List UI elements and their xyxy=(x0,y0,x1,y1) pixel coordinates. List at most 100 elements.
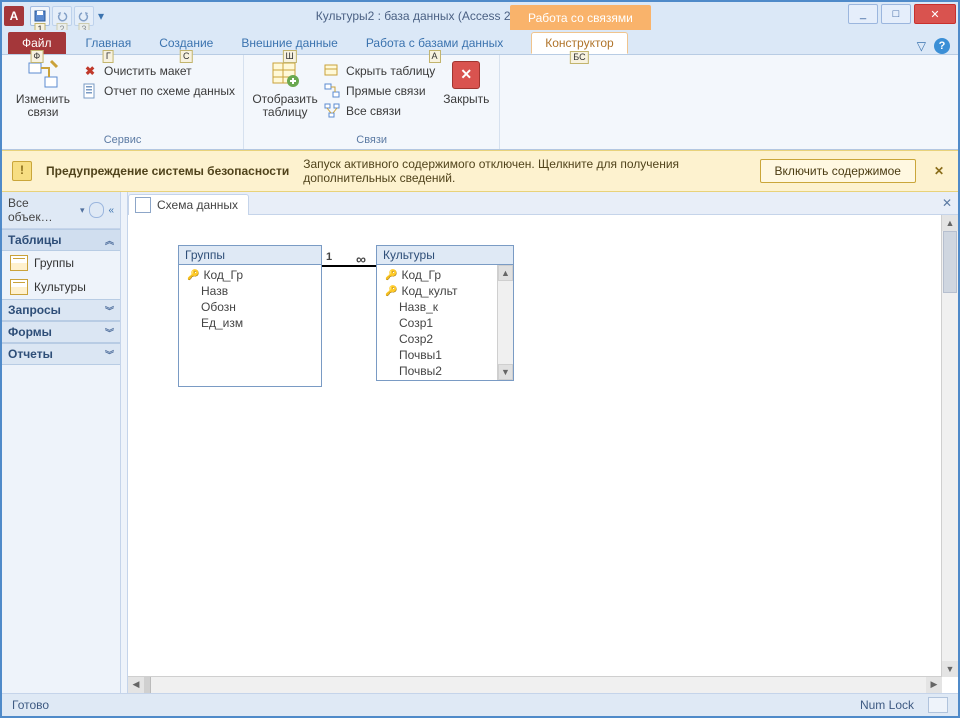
keytip: С xyxy=(180,50,193,63)
relationship-report-button[interactable]: Отчет по схеме данных xyxy=(82,83,235,99)
maximize-button[interactable]: □ xyxy=(881,4,911,24)
ribbon-group-label: Сервис xyxy=(2,132,243,149)
field-name: Почвы2 xyxy=(399,364,442,378)
scroll-up-button[interactable]: ▲ xyxy=(942,215,958,231)
clear-layout-button[interactable]: ✖ Очистить макет xyxy=(82,63,235,79)
scroll-split-handle[interactable] xyxy=(144,677,151,693)
status-text: Готово xyxy=(12,698,49,712)
status-bar: Готово Num Lock xyxy=(2,693,958,716)
nav-item-label: Культуры xyxy=(34,280,86,294)
entity-fields: 🔑Код_Гр 🔑Код_культ Назв_к Созр1 Созр2 По… xyxy=(377,265,513,381)
scroll-down-button[interactable]: ▼ xyxy=(942,661,958,677)
navgroup-forms[interactable]: Формы ︾ xyxy=(2,321,120,343)
main-area: Все объек… ▾ « Таблицы ︽ Группы Культуры… xyxy=(2,192,958,693)
field-row[interactable]: Созр1 xyxy=(377,315,497,331)
keytip: Ф xyxy=(30,50,43,63)
numlock-indicator: Num Lock xyxy=(860,698,914,712)
field-row[interactable]: 🔑Код_Гр xyxy=(179,267,321,283)
button-label: Очистить макет xyxy=(104,64,192,78)
document-tab-title: Схема данных xyxy=(157,198,238,212)
canvas-vertical-scrollbar[interactable]: ▲ ▼ xyxy=(941,215,958,677)
all-relations-icon xyxy=(324,103,340,119)
all-relations-button[interactable]: Все связи xyxy=(324,103,435,119)
chevron-up-icon: ︽ xyxy=(105,234,114,247)
tab-external-data[interactable]: Внешние данные Ш xyxy=(227,32,352,54)
qat-save-button[interactable]: 1 xyxy=(30,6,50,26)
key-icon: 🔑 xyxy=(385,270,397,281)
document-area: Схема данных ✕ 1 ∞ Группы 🔑Код_Гр Назв О… xyxy=(128,192,958,693)
navgroup-reports[interactable]: Отчеты ︾ xyxy=(2,343,120,365)
minimize-button[interactable]: _ xyxy=(848,4,878,24)
ribbon-collapse-button[interactable]: ▽ xyxy=(917,39,926,53)
security-warning-bar: ! Предупреждение системы безопасности За… xyxy=(2,150,958,192)
direct-relations-button[interactable]: Прямые связи xyxy=(324,83,435,99)
view-mode-button[interactable] xyxy=(928,697,948,713)
help-button[interactable]: ? xyxy=(934,38,950,54)
canvas-horizontal-scrollbar[interactable]: ◀ ▶ xyxy=(128,676,942,693)
scroll-track[interactable] xyxy=(942,293,958,661)
ribbon-group-label: Связи xyxy=(244,132,499,149)
tab-designer[interactable]: Конструктор БС xyxy=(531,32,627,54)
show-table-button[interactable]: Отобразить таблицу xyxy=(252,59,318,119)
search-icon[interactable] xyxy=(89,202,105,218)
field-row[interactable]: Почвы1 xyxy=(377,347,497,363)
group-label: Отчеты xyxy=(8,347,53,361)
nav-item-table[interactable]: Культуры xyxy=(2,275,120,299)
app-icon[interactable]: A xyxy=(4,6,24,26)
title-center: Культуры2 : база данных (Access 2007) - … xyxy=(106,2,845,30)
keytip: Ш xyxy=(282,50,296,63)
quick-access-toolbar: 1 2 3 ▾ xyxy=(30,6,106,26)
tab-database-tools[interactable]: Работа с базами данных А xyxy=(352,32,517,54)
qat-undo-button[interactable]: 2 xyxy=(52,6,72,26)
navgroup-queries[interactable]: Запросы ︾ xyxy=(2,299,120,321)
relation-line[interactable] xyxy=(320,265,376,267)
scroll-down-button[interactable]: ▼ xyxy=(498,364,513,380)
navgroup-tables[interactable]: Таблицы ︽ xyxy=(2,229,120,251)
scroll-left-button[interactable]: ◀ xyxy=(128,677,144,693)
enable-content-button[interactable]: Включить содержимое xyxy=(760,159,916,183)
entity-groups[interactable]: Группы 🔑Код_Гр Назв Обозн Ед_изм xyxy=(178,245,322,387)
navigation-pane: Все объек… ▾ « Таблицы ︽ Группы Культуры… xyxy=(2,192,121,693)
entity-scrollbar[interactable]: ▲ ▼ xyxy=(497,265,513,380)
close-window-button[interactable]: ✕ xyxy=(914,4,956,24)
nav-item-table[interactable]: Группы xyxy=(2,251,120,275)
document-tab-close-button[interactable]: ✕ xyxy=(936,196,958,210)
button-label: Все связи xyxy=(346,104,401,118)
qat-customize-dropdown[interactable]: ▾ xyxy=(96,9,106,23)
relationships-doc-icon xyxy=(135,197,151,213)
entity-cultures[interactable]: Культуры 🔑Код_Гр 🔑Код_культ Назв_к Созр1… xyxy=(376,245,514,381)
security-message[interactable]: Запуск активного содержимого отключен. Щ… xyxy=(303,157,745,185)
field-name: Созр2 xyxy=(399,332,433,346)
field-row[interactable]: Назв xyxy=(179,283,321,299)
field-row[interactable]: Созр2 xyxy=(377,331,497,347)
document-tab[interactable]: Схема данных xyxy=(128,194,249,215)
tab-home[interactable]: Главная Г xyxy=(72,32,146,54)
field-row[interactable]: 🔑Код_культ xyxy=(377,283,497,299)
scroll-right-button[interactable]: ▶ xyxy=(926,677,942,693)
edit-relationships-button[interactable]: Изменить связи xyxy=(10,59,76,119)
hide-table-button[interactable]: Скрыть таблицу xyxy=(324,63,435,79)
tab-create[interactable]: Создание С xyxy=(145,32,227,54)
field-row[interactable]: 🔑Код_Гр xyxy=(377,267,497,283)
scroll-track[interactable] xyxy=(498,281,513,364)
field-row[interactable]: Назв_к xyxy=(377,299,497,315)
navpane-collapse-button[interactable]: « xyxy=(108,205,114,216)
hide-table-icon xyxy=(324,63,340,79)
entity-title[interactable]: Группы xyxy=(179,246,321,265)
security-close-button[interactable]: ✕ xyxy=(930,164,948,178)
field-row[interactable]: Обозн xyxy=(179,299,321,315)
scroll-track[interactable] xyxy=(151,677,926,693)
relationships-canvas[interactable]: 1 ∞ Группы 🔑Код_Гр Назв Обозн Ед_изм Кул… xyxy=(128,215,958,693)
scroll-thumb[interactable] xyxy=(943,231,957,293)
qat-redo-button[interactable]: 3 xyxy=(74,6,94,26)
entity-title[interactable]: Культуры xyxy=(377,246,513,265)
navpane-header[interactable]: Все объек… ▾ « xyxy=(2,192,120,229)
scroll-up-button[interactable]: ▲ xyxy=(498,265,513,281)
field-row[interactable]: Почвы2 xyxy=(377,363,497,379)
button-label: Отчет по схеме данных xyxy=(104,84,235,98)
tab-file[interactable]: Файл Ф xyxy=(8,32,66,54)
titlebar-left: A 1 2 3 ▾ xyxy=(2,2,106,30)
close-designer-button[interactable]: ✕ Закрыть xyxy=(441,59,491,106)
field-row[interactable]: Ед_изм xyxy=(179,315,321,331)
splitter[interactable] xyxy=(121,192,128,693)
